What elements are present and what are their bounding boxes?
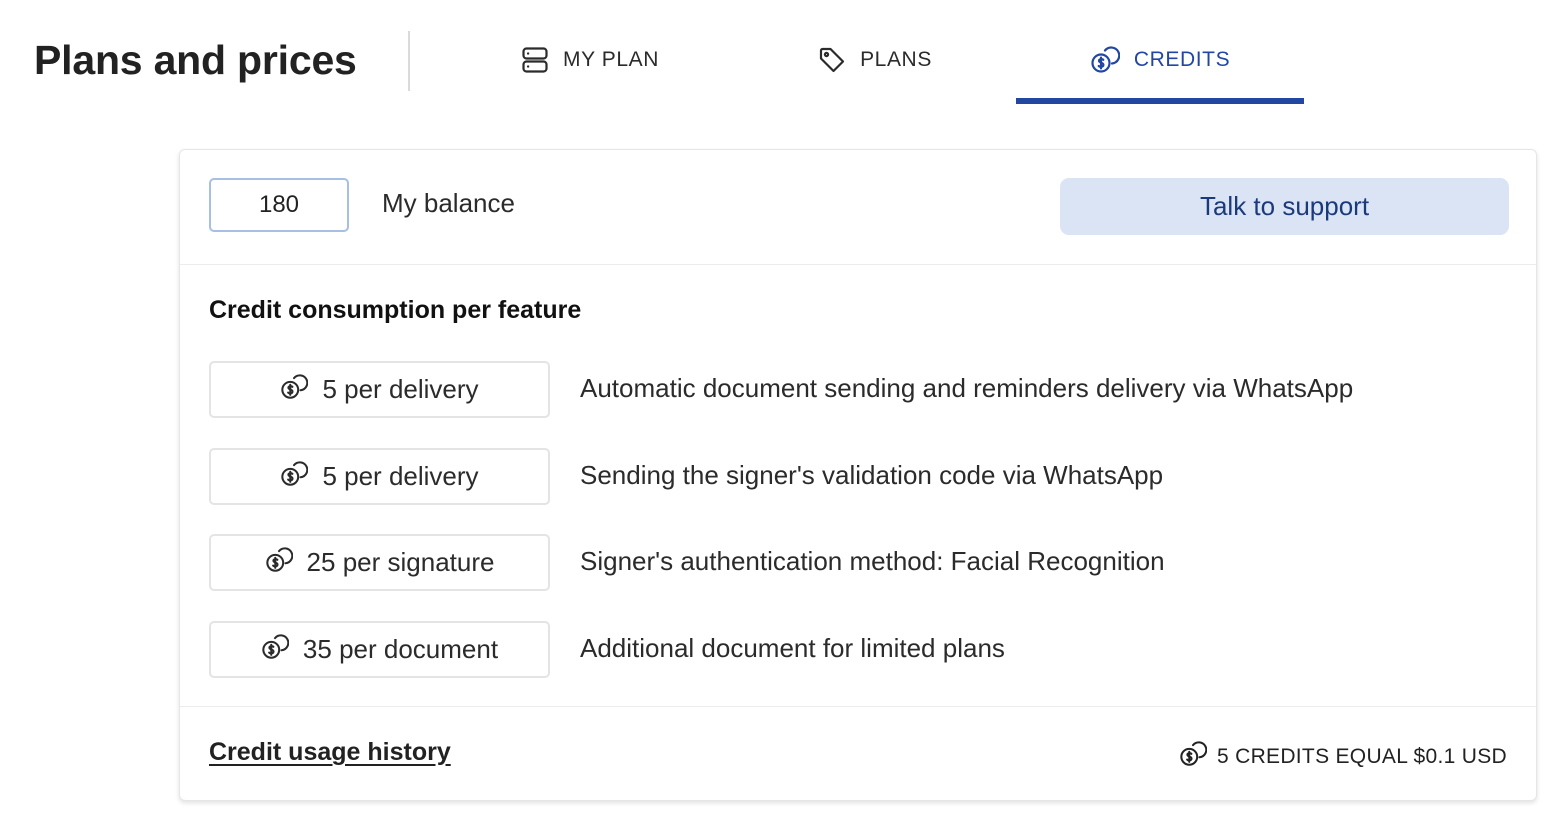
cost-badge: 25 per signature — [209, 534, 550, 591]
divider — [180, 264, 1536, 265]
tab-my-plan-label: MY PLAN — [562, 48, 659, 71]
balance-label: My balance — [382, 188, 515, 218]
page-header: Plans and prices MY PLAN PLANS CREDITS — [0, 0, 1564, 110]
coins-icon — [261, 633, 290, 666]
list-item: 35 per document Additional document for … — [209, 620, 1509, 708]
tab-my-plan[interactable]: MY PLAN — [500, 34, 680, 104]
feature-description: Sending the signer's validation code via… — [580, 459, 1164, 490]
list-item: 25 per signature Signer's authentication… — [209, 534, 1509, 621]
tag-icon — [818, 46, 846, 74]
title-divider — [408, 31, 410, 91]
list-item: 5 per delivery Sending the signer's vali… — [209, 447, 1509, 535]
cost-label: 25 per signature — [306, 547, 495, 577]
credits-card: 180 My balance Talk to support Credit co… — [179, 149, 1537, 801]
coins-icon — [280, 460, 309, 493]
coins-icon — [265, 546, 293, 579]
tab-plans-label: PLANS — [860, 48, 932, 71]
credit-rate-note: 5 CREDITS EQUAL $0.1 USD — [1179, 740, 1507, 773]
feature-description: Signer's authentication method: Facial R… — [580, 546, 1165, 576]
list-item: 5 per delivery Automatic document sendin… — [209, 361, 1509, 448]
cost-label: 5 per delivery — [322, 374, 479, 404]
cost-badge: 5 per delivery — [209, 447, 550, 505]
cost-badge: 35 per document — [209, 620, 550, 678]
feature-description: Additional document for limited plans — [580, 632, 1005, 663]
consumption-list: 5 per delivery Automatic document sendin… — [209, 361, 1509, 707]
cost-badge: 5 per delivery — [209, 361, 550, 418]
feature-description: Automatic document sending and reminders… — [580, 373, 1354, 403]
cost-label: 5 per delivery — [322, 460, 479, 491]
section-title: Credit consumption per feature — [209, 296, 582, 324]
cost-label: 35 per document — [302, 633, 499, 664]
page-title: Plans and prices — [34, 37, 357, 83]
coins-icon — [1179, 740, 1208, 773]
coins-icon — [1090, 45, 1120, 75]
server-icon — [521, 46, 549, 74]
talk-to-support-button[interactable]: Talk to support — [1060, 178, 1509, 235]
balance-value: 180 — [209, 178, 349, 232]
tab-plans[interactable]: PLANS — [795, 34, 955, 104]
coins-icon — [280, 373, 309, 406]
credit-rate-text: 5 CREDITS EQUAL $0.1 USD — [1216, 744, 1507, 768]
tab-credits[interactable]: CREDITS — [1016, 34, 1304, 104]
tab-credits-label: CREDITS — [1133, 48, 1231, 71]
divider — [180, 706, 1536, 707]
credit-usage-history-link[interactable]: Credit usage history — [209, 738, 451, 767]
